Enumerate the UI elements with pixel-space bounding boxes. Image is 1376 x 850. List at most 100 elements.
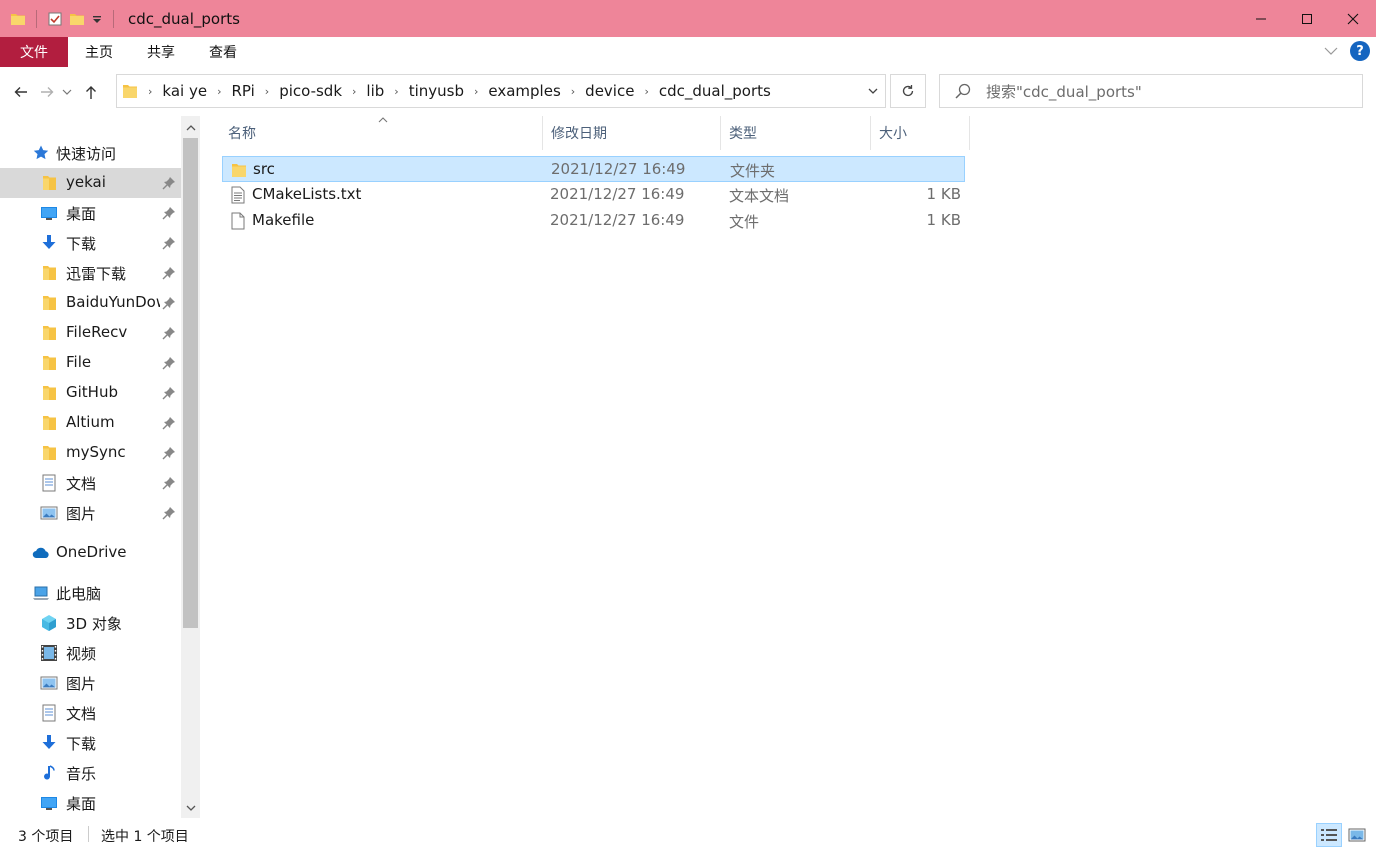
properties-icon[interactable]: [47, 11, 63, 27]
file-row[interactable]: Makefile 2021/12/27 16:49 文件 1 KB: [222, 208, 965, 234]
column-header-size[interactable]: 大小: [871, 116, 970, 150]
breadcrumb-item[interactable]: cdc_dual_ports: [659, 82, 771, 100]
up-button[interactable]: [78, 84, 104, 100]
expand-ribbon-icon[interactable]: [1324, 46, 1338, 56]
nav-label: 桌面: [66, 795, 97, 813]
refresh-button[interactable]: [890, 74, 926, 108]
chevron-up-icon: [186, 125, 195, 131]
scroll-up-button[interactable]: [181, 118, 200, 138]
nav-item-mysync[interactable]: mySync: [0, 438, 182, 468]
tab-view[interactable]: 查看: [192, 37, 254, 67]
nav-item-documents[interactable]: 文档: [0, 468, 182, 498]
details-view-button[interactable]: [1316, 823, 1342, 847]
nav-item-downloads[interactable]: 下载: [0, 228, 182, 258]
help-button[interactable]: ?: [1350, 41, 1370, 61]
column-header-name[interactable]: 名称: [220, 116, 543, 150]
pin-icon[interactable]: [162, 446, 176, 460]
file-size: 1 KB: [926, 211, 961, 229]
column-header-date[interactable]: 修改日期: [543, 116, 721, 150]
breadcrumb-item[interactable]: pico-sdk: [279, 82, 342, 100]
breadcrumb-item[interactable]: device: [585, 82, 634, 100]
pin-icon[interactable]: [162, 416, 176, 430]
nav-item-3d-objects[interactable]: 3D 对象: [0, 608, 182, 638]
large-icons-view-button[interactable]: [1344, 823, 1370, 847]
search-input[interactable]: 搜索"cdc_dual_ports": [986, 81, 1142, 102]
nav-label: 下载: [66, 735, 97, 753]
tab-file[interactable]: 文件: [0, 37, 68, 67]
breadcrumb-item[interactable]: kai ye: [162, 82, 207, 100]
recent-locations-button[interactable]: [60, 88, 74, 96]
pin-icon[interactable]: [162, 476, 176, 490]
refresh-icon: [902, 85, 914, 97]
tab-share[interactable]: 共享: [130, 37, 192, 67]
breadcrumb-item[interactable]: examples: [488, 82, 560, 100]
chevron-right-icon[interactable]: ›: [394, 85, 398, 98]
close-button[interactable]: [1330, 0, 1376, 37]
nav-item-pc-downloads[interactable]: 下载: [0, 728, 182, 758]
chevron-right-icon[interactable]: ›: [265, 85, 269, 98]
scrollbar-thumb[interactable]: [183, 138, 198, 628]
maximize-button[interactable]: [1284, 0, 1330, 37]
nav-onedrive[interactable]: OneDrive: [0, 538, 182, 568]
nav-item-pictures[interactable]: 图片: [0, 498, 182, 528]
pin-icon[interactable]: [162, 236, 176, 250]
chevron-right-icon[interactable]: ›: [644, 85, 648, 98]
large-icons-view-icon: [1348, 828, 1366, 842]
nav-item-github[interactable]: GitHub: [0, 378, 182, 408]
pin-icon[interactable]: [162, 356, 176, 370]
minimize-button[interactable]: [1238, 0, 1284, 37]
file-icon: [231, 212, 245, 230]
nav-item-pc-documents[interactable]: 文档: [0, 698, 182, 728]
nav-item-xunlei[interactable]: 迅雷下载: [0, 258, 182, 288]
breadcrumb-item[interactable]: lib: [366, 82, 384, 100]
nav-item-music[interactable]: 音乐: [0, 758, 182, 788]
nav-item-baidu[interactable]: BaiduYunDownload: [0, 288, 182, 318]
tab-home[interactable]: 主页: [68, 37, 130, 67]
file-size: 1 KB: [926, 185, 961, 203]
chevron-right-icon[interactable]: ›: [571, 85, 575, 98]
pin-icon[interactable]: [162, 386, 176, 400]
pin-icon[interactable]: [162, 206, 176, 220]
column-header-type[interactable]: 类型: [721, 116, 871, 150]
nav-this-pc[interactable]: 此电脑: [0, 578, 182, 608]
new-folder-icon[interactable]: [69, 11, 85, 27]
back-button[interactable]: [8, 84, 34, 100]
3d-objects-icon: [42, 615, 56, 631]
nav-item-filerecv[interactable]: FileRecv: [0, 318, 182, 348]
nav-item-yekai[interactable]: yekai: [0, 168, 182, 198]
document-icon: [42, 474, 56, 492]
search-box[interactable]: 搜索"cdc_dual_ports": [939, 74, 1363, 108]
nav-item-file[interactable]: File: [0, 348, 182, 378]
pin-icon[interactable]: [162, 326, 176, 340]
pin-icon[interactable]: [162, 296, 176, 310]
nav-item-videos[interactable]: 视频: [0, 638, 182, 668]
address-dropdown-button[interactable]: [867, 83, 879, 101]
forward-button[interactable]: [34, 84, 60, 100]
pin-icon[interactable]: [162, 506, 176, 520]
chevron-right-icon[interactable]: ›: [352, 85, 356, 98]
arrow-left-icon: [14, 86, 27, 97]
sort-ascending-icon: [378, 117, 388, 123]
chevron-right-icon[interactable]: ›: [474, 85, 478, 98]
nav-item-pc-pictures[interactable]: 图片: [0, 668, 182, 698]
column-label: 名称: [228, 126, 256, 142]
file-row[interactable]: src 2021/12/27 16:49 文件夹: [222, 156, 965, 182]
navigation-pane: 快速访问 yekai 桌面 下载 迅雷下载 BaiduYunDownload F…: [0, 116, 182, 818]
nav-item-altium[interactable]: Altium: [0, 408, 182, 438]
navigation-scrollbar[interactable]: [181, 116, 200, 818]
breadcrumb-item[interactable]: tinyusb: [409, 82, 464, 100]
chevron-right-icon[interactable]: ›: [217, 85, 221, 98]
breadcrumb-item[interactable]: RPi: [231, 82, 254, 100]
nav-item-pc-desktop[interactable]: 桌面: [0, 788, 182, 818]
folder-icon: [43, 386, 56, 400]
pin-icon[interactable]: [162, 176, 176, 190]
nav-quick-access[interactable]: 快速访问: [0, 138, 182, 168]
video-icon: [41, 645, 57, 661]
scroll-down-button[interactable]: [181, 798, 200, 818]
address-bar[interactable]: › kai ye › RPi › pico-sdk › lib › tinyus…: [116, 74, 886, 108]
customize-toolbar-icon[interactable]: [91, 13, 103, 25]
file-row[interactable]: CMakeLists.txt 2021/12/27 16:49 文本文档 1 K…: [222, 182, 965, 208]
pin-icon[interactable]: [162, 266, 176, 280]
title-bar: cdc_dual_ports: [0, 0, 1376, 37]
nav-item-desktop[interactable]: 桌面: [0, 198, 182, 228]
